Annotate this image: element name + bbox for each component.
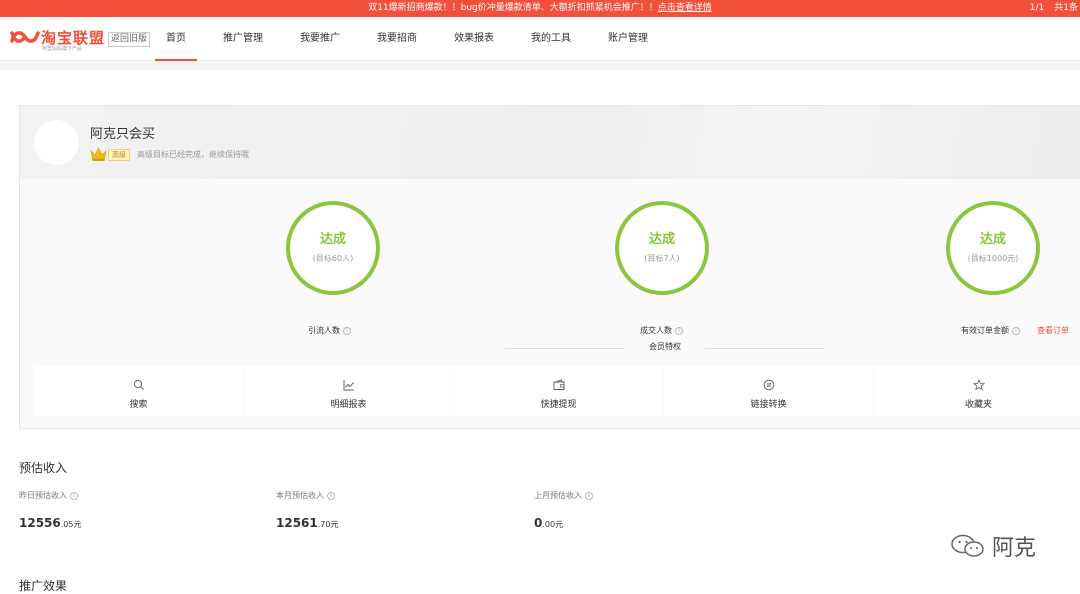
perk-detail-report[interactable]: 明细报表	[244, 366, 453, 416]
info-icon[interactable]: i	[327, 491, 335, 500]
wechat-icon	[951, 534, 984, 557]
income-label: 上月预估收入 i	[534, 490, 593, 501]
notice-message: 双11爆新招商爆款！！bug价冲量爆款清单、大额折扣抓紧机会推广！！点击查看详情	[0, 0, 1080, 17]
metric-target: (目标7人)	[644, 254, 680, 263]
income-value-dec: .70元	[317, 520, 339, 529]
income-value-dec: .00元	[542, 520, 564, 529]
perk-favorites[interactable]: 收藏夹	[874, 366, 1080, 416]
wallet-icon	[553, 379, 564, 390]
chart-icon	[343, 380, 354, 391]
view-order-link[interactable]: 查看订单	[1037, 325, 1069, 336]
income-value-dec: .05元	[60, 520, 82, 529]
info-icon[interactable]: i	[343, 326, 351, 335]
perk-label: 搜索	[129, 400, 148, 410]
level-badge: 高级	[108, 149, 130, 161]
income-label: 昨日预估收入 i	[19, 490, 78, 501]
perk-label: 链接转换	[750, 400, 787, 410]
metric-label-text: 成交人数	[640, 326, 672, 335]
perk-label: 快捷提现	[540, 400, 577, 410]
metric-ring	[946, 201, 1040, 295]
metric-status: 达成	[319, 232, 346, 247]
perks-title: 会员特权	[625, 341, 705, 352]
metric-status: 达成	[979, 232, 1006, 247]
nav-item-promotion-manage[interactable]: 推广管理	[212, 17, 274, 61]
notice-page[interactable]: 1/1	[1030, 3, 1044, 13]
profile-header: 阿克只会买 高级 高级目标已经完成，继续保持哦	[20, 106, 1080, 179]
metric-ring	[286, 201, 380, 295]
metric-target: (目标60人)	[312, 254, 354, 263]
income-value: 12556.05元	[19, 516, 81, 530]
metric-label-text: 引流人数	[308, 326, 340, 335]
main-panel: 阿克只会买 高级 高级目标已经完成，继续保持哦 达成 (目标60人) 引流人数 i…	[0, 70, 1080, 594]
info-icon[interactable]: i	[70, 491, 78, 500]
info-icon[interactable]: i	[675, 326, 683, 335]
logo[interactable]: 淘宝联盟 阿里妈妈旗下产品	[10, 27, 105, 53]
income-label-text: 昨日预估收入	[19, 491, 67, 500]
profile-card: 阿克只会买 高级 高级目标已经完成，继续保持哦 达成 (目标60人) 引流人数 i…	[19, 105, 1080, 429]
nav-item-home[interactable]: 首页	[155, 17, 197, 61]
watermark-text: 阿克	[992, 536, 1037, 561]
avatar[interactable]	[34, 120, 79, 165]
info-icon[interactable]: i	[1012, 326, 1020, 335]
metric-label-text: 有效订单金额	[961, 326, 1009, 335]
income-last-month: 上月预估收入 i 0.00元	[534, 490, 593, 530]
income-yesterday: 昨日预估收入 i 12556.05元	[19, 490, 81, 530]
effect-section-title: 推广效果	[19, 579, 68, 593]
logo-mark-icon	[10, 31, 40, 43]
nav-item-tools[interactable]: 我的工具	[520, 17, 582, 61]
metric-label: 引流人数 i	[308, 325, 351, 336]
username: 阿克只会买	[90, 127, 156, 142]
logo-slogan: 阿里妈妈旗下产品	[42, 46, 83, 52]
metric-label: 成交人数 i	[640, 325, 683, 336]
level-message: 高级目标已经完成，继续保持哦	[137, 150, 249, 159]
income-label-text: 本月预估收入	[276, 491, 324, 500]
metric-label: 有效订单金额 i	[961, 325, 1020, 336]
notice-detail-link[interactable]: 点击查看详情	[658, 3, 712, 13]
income-value: 12561.70元	[276, 516, 338, 530]
income-value-int: 12556	[19, 516, 61, 530]
notice-bar: 双11爆新招商爆款！！bug价冲量爆款清单、大额折扣抓紧机会推广！！点击查看详情…	[0, 0, 1080, 17]
perk-search[interactable]: 搜索	[34, 366, 243, 416]
notice-total: 共1条	[1054, 3, 1078, 13]
search-icon	[133, 379, 144, 390]
header: 淘宝联盟 阿里妈妈旗下产品 返回旧版 首页 推广管理 我要推广 我要招商 效果报…	[0, 17, 1080, 61]
perk-quick-withdraw[interactable]: 快捷提现	[454, 366, 663, 416]
income-this-month: 本月预估收入 i 12561.70元	[276, 490, 338, 530]
income-label: 本月预估收入 i	[276, 490, 335, 501]
nav-item-merchant[interactable]: 我要招商	[366, 17, 428, 61]
perk-link-convert[interactable]: 链接转换	[664, 366, 873, 416]
notice-pager: 1/1 共1条	[1020, 0, 1080, 17]
metric-ring	[615, 201, 709, 295]
metric-status: 达成	[648, 232, 675, 247]
income-section-title: 预估收入	[19, 461, 68, 475]
nav-item-reports[interactable]: 效果报表	[443, 17, 505, 61]
perks-row: 搜索 明细报表 快捷提现 链接转换 收藏夹	[34, 366, 1080, 416]
income-value: 0.00元	[534, 516, 563, 530]
main-nav: 首页 推广管理 我要推广 我要招商 效果报表 我的工具 账户管理	[155, 17, 674, 61]
star-icon	[972, 378, 985, 391]
nav-item-promote[interactable]: 我要推广	[289, 17, 351, 61]
convert-icon	[763, 379, 774, 391]
metric-target: (目标1000元)	[967, 254, 1019, 263]
nav-item-account[interactable]: 账户管理	[597, 17, 659, 61]
perk-label: 明细报表	[330, 400, 367, 410]
income-label-text: 上月预估收入	[534, 491, 582, 500]
crown-icon	[90, 147, 107, 161]
back-to-old-version-button[interactable]: 返回旧版	[108, 32, 151, 47]
perk-label: 收藏夹	[964, 400, 992, 410]
notice-text: 双11爆新招商爆款！！bug价冲量爆款清单、大额折扣抓紧机会推广！！	[368, 3, 658, 13]
income-value-int: 12561	[276, 516, 318, 530]
info-icon[interactable]: i	[585, 491, 593, 500]
